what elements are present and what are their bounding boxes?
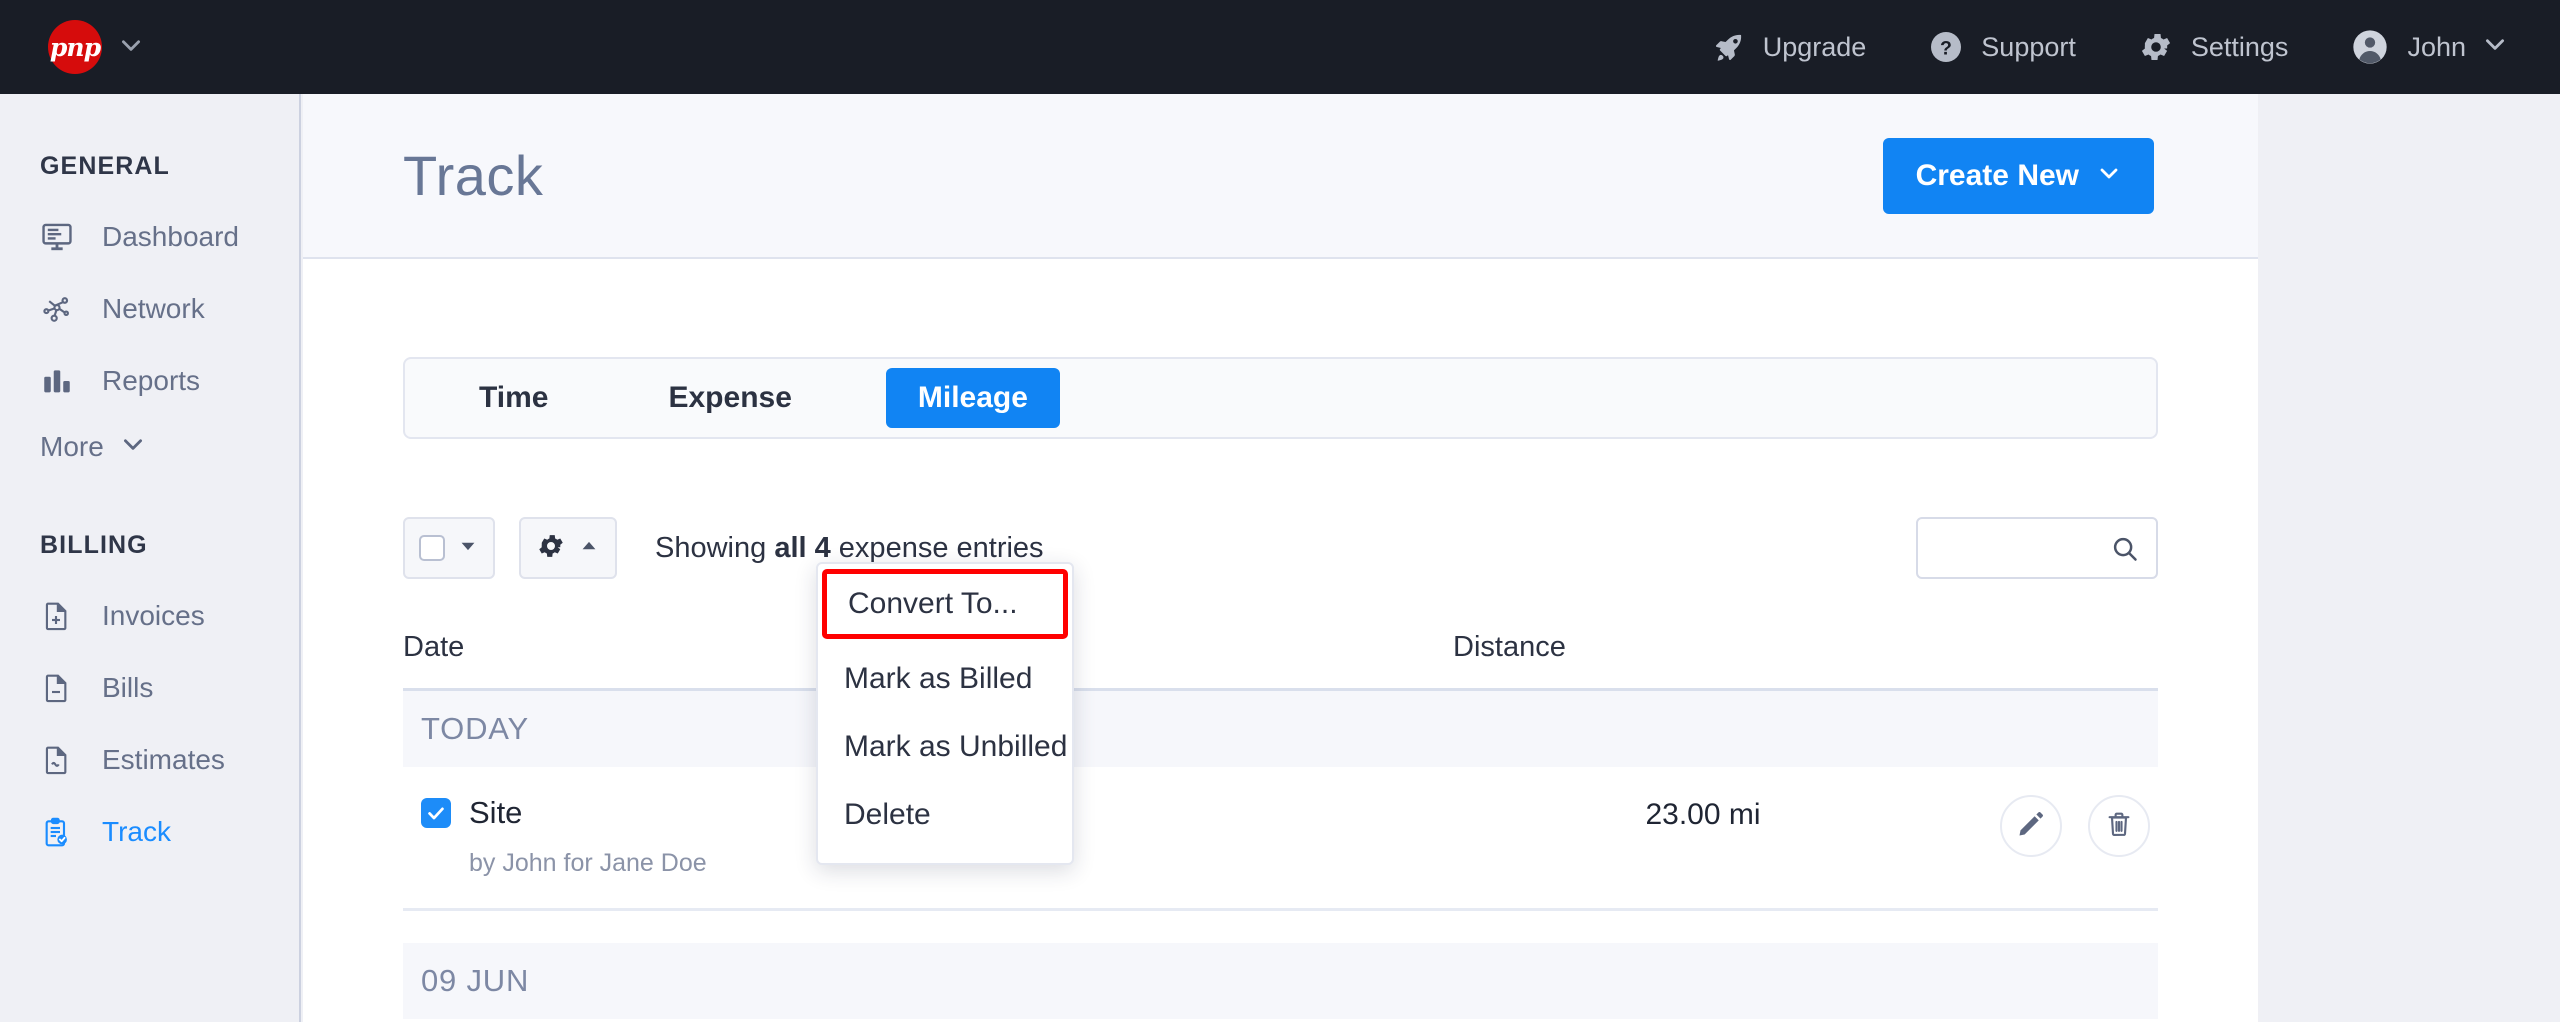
showing-count-text: Showing all 4 expense entries [655, 532, 1044, 565]
sidebar-more-label: More [40, 431, 104, 463]
nav-user-label: John [2407, 32, 2466, 63]
column-header-distance: Distance [1453, 631, 1953, 664]
tab-mileage[interactable]: Mileage [886, 368, 1060, 428]
search-box [1916, 517, 2158, 579]
sidebar-item-network-label: Network [102, 293, 205, 325]
bulk-actions-button[interactable] [519, 517, 617, 579]
top-bar: pnp Upgrade ? Support [0, 0, 2560, 94]
checkbox-checked-icon[interactable] [421, 798, 451, 828]
search-icon[interactable] [2110, 534, 2140, 569]
bar-chart-icon [40, 364, 84, 398]
chevron-down-icon[interactable] [118, 32, 144, 63]
network-nodes-icon [40, 292, 84, 326]
create-new-button[interactable]: Create New [1883, 138, 2154, 214]
nav-support[interactable]: ? Support [1928, 29, 2076, 65]
sidebar-more-toggle[interactable]: More [0, 417, 299, 477]
chevron-down-icon[interactable] [2482, 31, 2508, 64]
sidebar-item-network[interactable]: Network [0, 273, 299, 345]
chevron-down-icon [120, 431, 146, 464]
table-row[interactable]: Site by John for Jane Doe 23.00 mi [403, 767, 2158, 911]
sidebar-section-billing-title: BILLING [0, 477, 299, 580]
entry-type-tabs: Time Expense Mileage [403, 357, 2158, 439]
document-minus-icon [40, 672, 84, 704]
top-nav: Upgrade ? Support Settings John [1650, 27, 2508, 67]
showing-count: all 4 [774, 532, 830, 564]
sidebar-item-invoices[interactable]: Invoices [0, 580, 299, 652]
entry-actions [1974, 795, 2158, 857]
sidebar-item-track[interactable]: Track [0, 796, 299, 868]
svg-text:?: ? [1940, 38, 1952, 60]
main-content: Track Create New Time Expense Mileage [303, 94, 2258, 1022]
caret-up-icon [578, 535, 600, 562]
page-body: Time Expense Mileage [303, 259, 2258, 1019]
rocket-icon [1712, 30, 1746, 64]
sidebar-item-dashboard-label: Dashboard [102, 221, 239, 253]
group-header-today: TODAY [403, 691, 2158, 767]
showing-prefix: Showing [655, 532, 774, 564]
user-avatar-icon [2350, 27, 2390, 67]
select-all-dropdown[interactable] [403, 517, 495, 579]
table-header-row: Date Distance [403, 631, 2158, 691]
monitor-icon [40, 220, 84, 254]
document-tilde-icon [40, 744, 84, 776]
nav-settings-label: Settings [2191, 32, 2289, 63]
tab-time[interactable]: Time [447, 368, 580, 428]
showing-suffix: expense entries [831, 532, 1044, 564]
tab-expense[interactable]: Expense [636, 368, 823, 428]
brand-logo[interactable]: pnp [48, 20, 144, 74]
sidebar-item-track-label: Track [102, 816, 171, 848]
pencil-icon [2016, 809, 2046, 844]
menu-item-mark-as-billed[interactable]: Mark as Billed [818, 645, 1072, 713]
chevron-down-icon [2097, 159, 2121, 193]
gear-icon [2138, 29, 2174, 65]
checkbox-unchecked-icon[interactable] [419, 535, 445, 561]
entry-distance: 23.00 mi [1453, 795, 1953, 832]
sidebar-item-invoices-label: Invoices [102, 600, 205, 632]
question-circle-icon: ? [1928, 29, 1964, 65]
menu-item-convert-to[interactable]: Convert To... [822, 569, 1068, 639]
sidebar-item-estimates-label: Estimates [102, 744, 225, 776]
menu-item-mark-as-unbilled[interactable]: Mark as Unbilled [818, 713, 1072, 781]
list-toolbar: Showing all 4 expense entries [403, 517, 2158, 579]
menu-item-delete[interactable]: Delete [818, 781, 1072, 849]
sidebar-item-reports[interactable]: Reports [0, 345, 299, 417]
document-plus-icon [40, 600, 84, 632]
clipboard-check-icon [40, 816, 84, 848]
sidebar-section-general-title: GENERAL [0, 128, 299, 201]
nav-upgrade[interactable]: Upgrade [1712, 30, 1867, 64]
nav-settings[interactable]: Settings [2138, 29, 2289, 65]
sidebar: GENERAL Dashboard Network Reports More B… [0, 94, 301, 1022]
caret-down-icon [457, 535, 479, 562]
entry-title: Site [469, 795, 522, 831]
create-new-label: Create New [1916, 159, 2079, 193]
group-header-09-jun: 09 JUN [403, 943, 2158, 1019]
nav-upgrade-label: Upgrade [1763, 32, 1867, 63]
logo-icon: pnp [48, 20, 102, 74]
bulk-actions-menu: Convert To... Mark as Billed Mark as Unb… [816, 562, 1074, 865]
sidebar-item-reports-label: Reports [102, 365, 200, 397]
sidebar-item-bills[interactable]: Bills [0, 652, 299, 724]
page-header: Track Create New [303, 94, 2258, 259]
entries-table: Date Distance TODAY Site by John for Jan… [403, 631, 2158, 1019]
sidebar-item-estimates[interactable]: Estimates [0, 724, 299, 796]
sidebar-item-bills-label: Bills [102, 672, 153, 704]
nav-support-label: Support [1981, 32, 2076, 63]
edit-entry-button[interactable] [2000, 795, 2062, 857]
trash-icon [2104, 809, 2134, 844]
nav-user[interactable]: John [2350, 27, 2508, 67]
gear-icon [536, 531, 566, 566]
sidebar-item-dashboard[interactable]: Dashboard [0, 201, 299, 273]
page-title: Track [403, 143, 543, 208]
delete-entry-button[interactable] [2088, 795, 2150, 857]
